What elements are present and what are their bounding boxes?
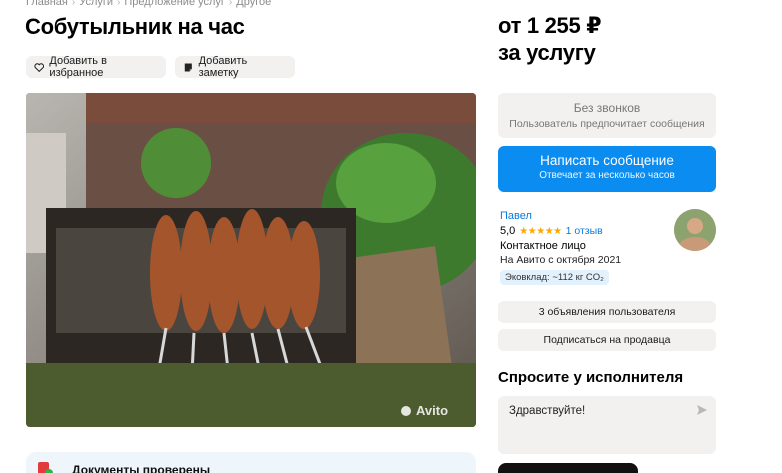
chevron-right-icon: ›	[228, 0, 233, 8]
page-title: Собутыльник на час	[25, 14, 245, 39]
breadcrumb-item-other[interactable]: Другое	[236, 0, 271, 8]
price-amount: от 1 255 ₽	[498, 13, 602, 38]
no-calls-subtitle: Пользователь предпочитает сообщения	[509, 118, 705, 130]
avatar[interactable]	[674, 209, 716, 251]
price-unit: за услугу	[498, 40, 596, 65]
write-message-label: Написать сообщение	[540, 153, 674, 168]
reviews-link[interactable]: 1 отзыв	[566, 225, 603, 237]
chevron-right-icon: ›	[71, 0, 76, 8]
response-time-label: Отвечает за несколько часов	[539, 170, 675, 181]
no-calls-title: Без звонков	[573, 101, 641, 115]
breadcrumb: Главная › Услуги › Предложение услуг › Д…	[26, 0, 271, 8]
add-note-label: Добавить заметку	[198, 55, 248, 79]
member-since: На Авито с октября 2021	[500, 254, 622, 266]
chevron-right-icon: ›	[117, 0, 121, 8]
send-icon[interactable]	[696, 404, 708, 416]
no-calls-notice: Без звонков Пользователь предпочитает со…	[498, 93, 716, 138]
ask-message-input[interactable]: Здравствуйте!	[498, 396, 716, 454]
breadcrumb-item-service-offers[interactable]: Предложение услуг	[124, 0, 225, 8]
rating-value: 5,0	[500, 225, 516, 237]
note-icon	[184, 63, 192, 71]
write-message-button[interactable]: Написать сообщение Отвечает за несколько…	[498, 146, 716, 192]
seller-avatar-image	[674, 209, 716, 251]
add-to-favorites-button[interactable]: Добавить в избранное	[26, 55, 166, 79]
user-listings-button[interactable]: 3 объявления пользователя	[498, 301, 716, 323]
star-rating-icon: ★★★★★	[519, 225, 562, 237]
dark-action-button[interactable]	[498, 463, 638, 473]
add-note-button[interactable]: Добавить заметку	[175, 55, 295, 79]
subscribe-seller-button[interactable]: Подписаться на продавца	[498, 329, 716, 351]
breadcrumb-item-home[interactable]: Главная	[26, 0, 68, 8]
ask-section-title: Спросите у исполнителя	[498, 369, 684, 386]
price: от 1 255 ₽ за услугу	[498, 12, 602, 66]
document-check-icon	[38, 462, 53, 473]
listing-photo[interactable]: Avito	[26, 93, 476, 427]
documents-verified-banner: Документы проверены	[26, 452, 476, 473]
breadcrumb-item-services[interactable]: Услуги	[79, 0, 113, 8]
shashlik-grill-image: Avito	[26, 93, 476, 427]
heart-icon	[34, 62, 45, 72]
documents-verified-text: Документы проверены	[72, 463, 211, 473]
eco-contribution-badge[interactable]: Эковклад: ~112 кг CO₂	[500, 270, 609, 285]
add-to-favorites-label: Добавить в избранное	[49, 55, 107, 79]
watermark-text: Avito	[416, 403, 448, 418]
ask-message-text: Здравствуйте!	[509, 405, 586, 417]
